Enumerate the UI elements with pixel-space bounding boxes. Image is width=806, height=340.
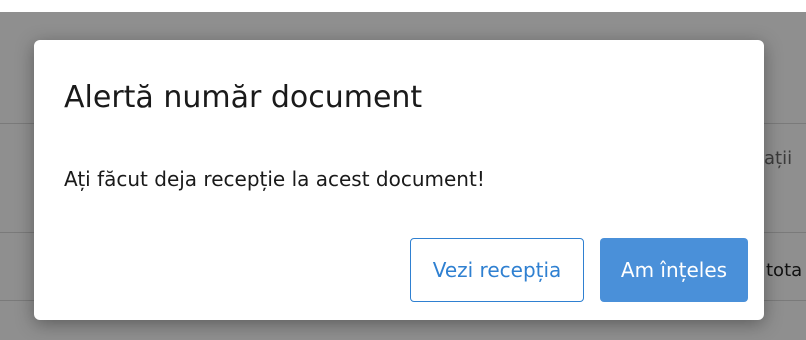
view-reception-button[interactable]: Vezi recepția	[410, 238, 584, 302]
dialog-message: Ați făcut deja recepție la acest documen…	[64, 167, 485, 191]
alert-dialog: Alertă număr document Ați făcut deja rec…	[34, 40, 764, 320]
background-top-bar	[0, 0, 806, 12]
background-column-label: ații	[764, 148, 793, 169]
background-total-label: tota	[766, 260, 803, 281]
acknowledge-button[interactable]: Am înțeles	[600, 238, 748, 302]
dialog-title: Alertă număr document	[64, 80, 423, 115]
